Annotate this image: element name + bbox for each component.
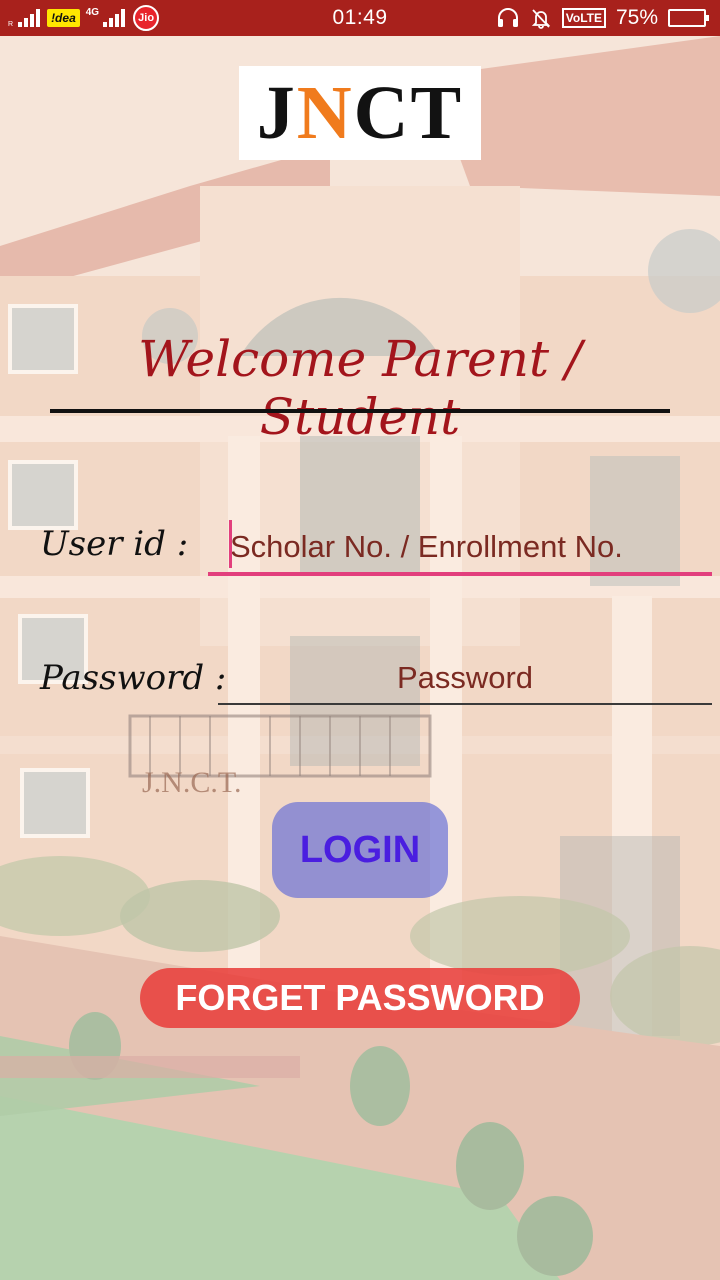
user-id-input[interactable] [208,522,712,572]
battery-percent: 75% [615,6,658,29]
headset-icon [497,8,518,27]
jnct-logo: JNCT [239,66,481,160]
title-underline [50,409,670,413]
forget-password-button[interactable]: FORGET PASSWORD [140,968,580,1028]
login-button[interactable]: LOGIN [272,802,448,898]
battery-icon [668,9,709,27]
logo-text: JNCT [256,71,464,155]
mute-bell-icon [531,9,550,29]
password-underline [218,703,712,705]
text-cursor [229,520,232,568]
password-label: Password : [40,658,227,698]
status-bar: R !dea 4G Jio 01:49 VoLTE 75% [0,0,720,36]
password-input[interactable] [218,654,712,702]
user-id-label: User id : [40,524,189,564]
welcome-title: Welcome Parent / Student [138,330,582,446]
building-sign: J.N.C.T. [142,766,242,799]
volte-badge: VoLTE [561,8,606,28]
status-right: VoLTE 75% [496,0,709,36]
user-id-underline [208,572,712,576]
